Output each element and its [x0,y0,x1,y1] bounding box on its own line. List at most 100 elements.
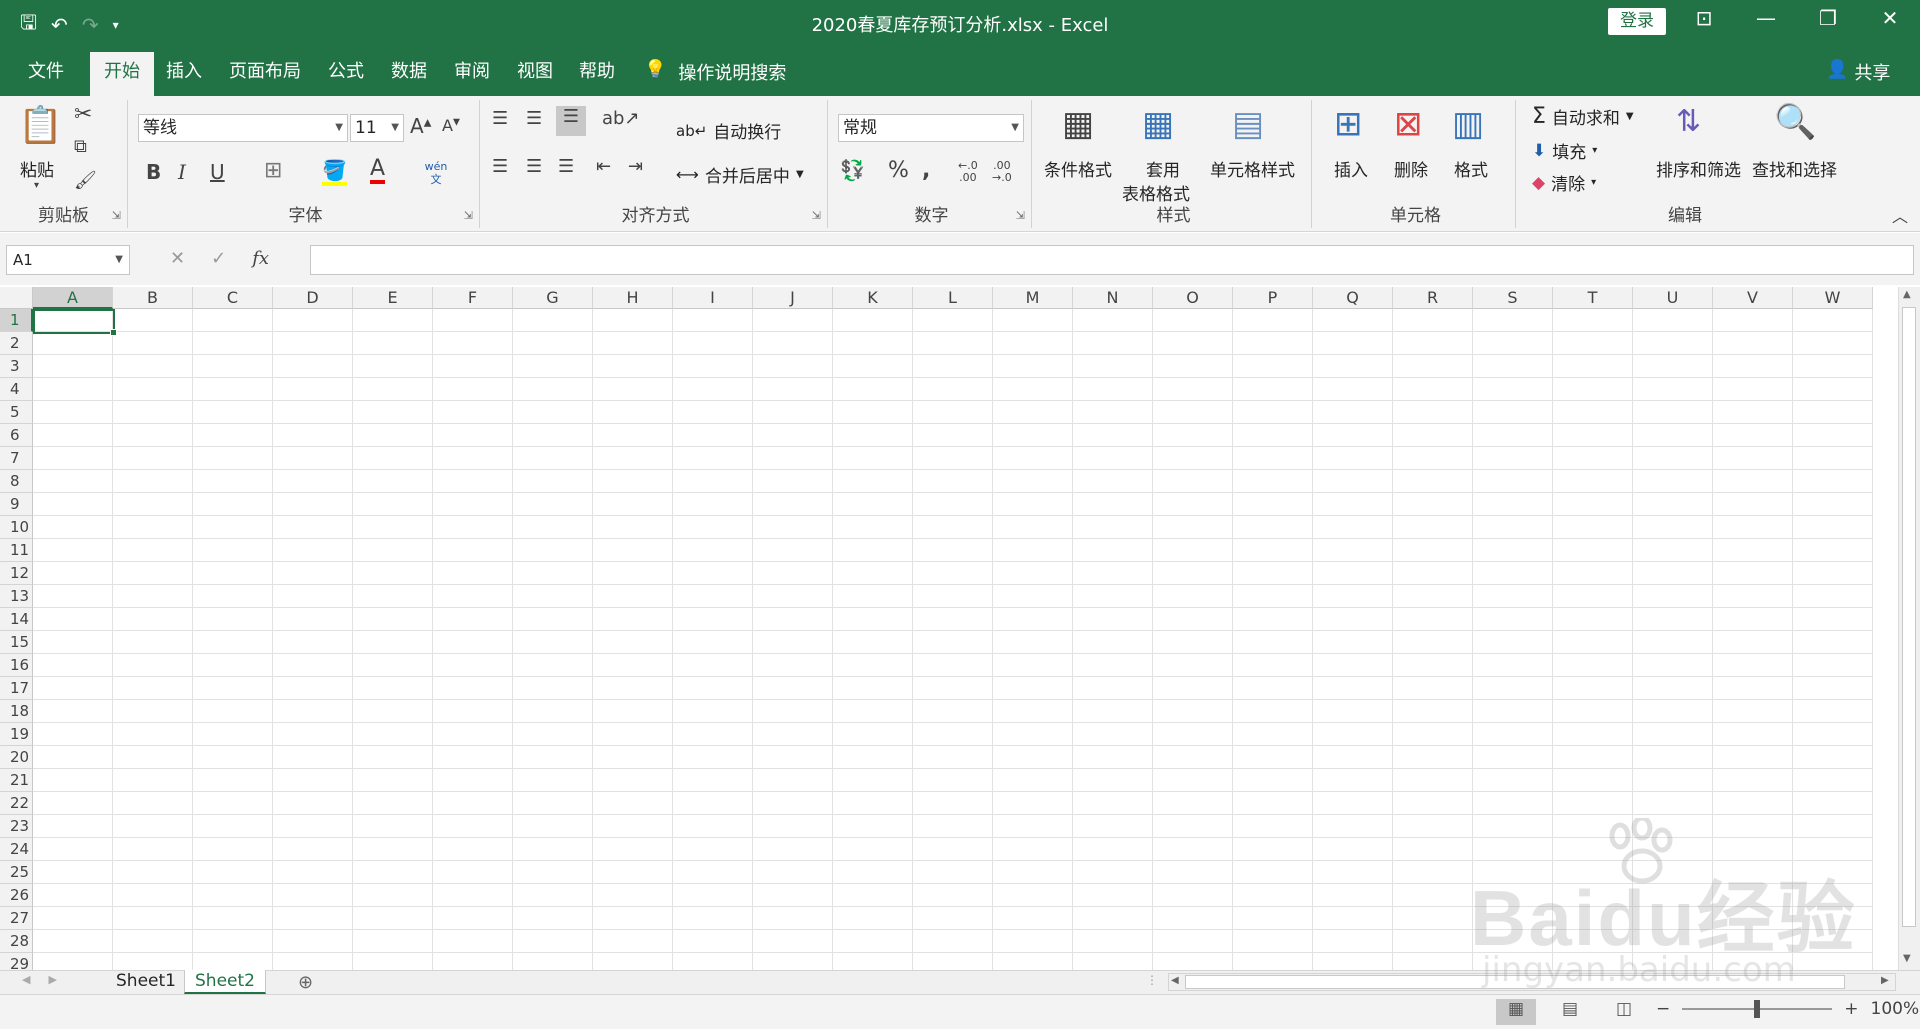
tab-insert[interactable]: 插入 [164,52,204,96]
page-layout-view-icon[interactable]: ▤ [1550,999,1590,1025]
row-header-14[interactable]: 14 [0,608,33,631]
row-header-5[interactable]: 5 [0,401,33,424]
underline-icon[interactable]: U [210,160,225,184]
sort-filter-button[interactable]: 排序和筛选 [1656,156,1741,181]
row-header-26[interactable]: 26 [0,884,33,907]
column-header-d[interactable]: D [273,287,353,309]
column-header-u[interactable]: U [1633,287,1713,309]
format-painter-icon[interactable]: 🖌 [74,170,97,191]
column-header-h[interactable]: H [593,287,673,309]
splitter-icon[interactable]: ⋮ [1146,973,1158,987]
cells-area[interactable] [33,309,1873,970]
increase-font-icon[interactable]: A▲ [410,114,431,138]
login-button[interactable]: 登录 [1608,8,1666,35]
column-header-v[interactable]: V [1713,287,1793,309]
sheet-tab-sheet1[interactable]: Sheet1 [106,970,186,994]
new-sheet-icon[interactable]: ⊕ [298,972,313,993]
tab-formulas[interactable]: 公式 [326,52,366,96]
row-header-11[interactable]: 11 [0,539,33,562]
italic-icon[interactable]: I [178,160,186,184]
clipboard-launcher-icon[interactable]: ⇲ [112,209,121,222]
format-cells-button[interactable]: 格式 [1454,156,1488,181]
scroll-up-icon[interactable]: ▲ [1903,289,1911,300]
decrease-decimal-icon[interactable]: .00 →.0 [992,160,1012,184]
column-header-k[interactable]: K [833,287,913,309]
autosum-button[interactable]: Σ 自动求和 ▼ [1532,104,1634,129]
row-header-20[interactable]: 20 [0,746,33,769]
decrease-indent-icon[interactable]: ⇤ [596,156,611,177]
column-header-i[interactable]: I [673,287,753,309]
alignment-launcher-icon[interactable]: ⇲ [812,209,821,222]
delete-cells-button[interactable]: 删除 [1394,156,1428,181]
column-header-e[interactable]: E [353,287,433,309]
row-header-7[interactable]: 7 [0,447,33,470]
column-header-m[interactable]: M [993,287,1073,309]
column-header-r[interactable]: R [1393,287,1473,309]
row-header-12[interactable]: 12 [0,562,33,585]
accounting-format-icon[interactable]: 💱 [840,158,865,182]
column-header-g[interactable]: G [513,287,593,309]
paste-icon[interactable]: 📋 [18,104,63,146]
row-header-10[interactable]: 10 [0,516,33,539]
increase-decimal-icon[interactable]: ←.0.00 [958,160,978,184]
row-header-19[interactable]: 19 [0,723,33,746]
column-header-s[interactable]: S [1473,287,1553,309]
paste-button[interactable]: 粘贴 [20,156,54,181]
sheet-tab-sheet2[interactable]: Sheet2 [184,970,266,994]
column-header-f[interactable]: F [433,287,513,309]
column-header-l[interactable]: L [913,287,993,309]
percent-style-icon[interactable]: % [888,158,909,183]
sort-filter-icon[interactable]: ⇅ [1676,104,1701,139]
zoom-level[interactable]: 100% [1871,999,1920,1019]
select-all-button[interactable] [0,287,33,309]
zoom-slider[interactable] [1682,1000,1833,1018]
font-color-icon[interactable]: A [370,158,386,184]
normal-view-icon[interactable]: ▦ [1496,999,1536,1025]
tab-page-layout[interactable]: 页面布局 [227,52,303,96]
insert-cells-icon[interactable]: ⊞ [1334,104,1363,144]
borders-icon[interactable]: ⊞ [264,158,282,183]
scroll-left-icon[interactable]: ◀ [1171,975,1179,986]
horizontal-scrollbar[interactable]: ◀ ▶ [1168,973,1896,991]
tab-data[interactable]: 数据 [389,52,429,96]
row-header-8[interactable]: 8 [0,470,33,493]
row-header-15[interactable]: 15 [0,631,33,654]
cell-styles-icon[interactable]: ▤ [1232,104,1264,144]
align-left-icon[interactable]: ☰ [492,156,508,177]
orientation-icon[interactable]: ab↗ [602,108,640,129]
align-center-icon[interactable]: ☰ [526,156,542,177]
column-header-a[interactable]: A [33,287,113,309]
format-cells-icon[interactable]: ▥ [1452,104,1484,144]
row-header-6[interactable]: 6 [0,424,33,447]
cut-icon[interactable]: ✂ [74,102,92,127]
tab-home[interactable]: 开始 [90,52,154,96]
prev-sheet-icon[interactable]: ◀ [22,973,30,986]
row-header-22[interactable]: 22 [0,792,33,815]
font-launcher-icon[interactable]: ⇲ [464,209,473,222]
enter-icon[interactable]: ✓ [211,248,226,269]
row-header-13[interactable]: 13 [0,585,33,608]
conditional-formatting-button[interactable]: 条件格式 [1044,156,1112,181]
conditional-formatting-icon[interactable]: ▦ [1062,104,1094,144]
merge-center-button[interactable]: ⟷ 合并后居中 ▼ [676,162,804,187]
column-header-c[interactable]: C [193,287,273,309]
insert-function-icon[interactable]: fx [252,248,269,269]
row-header-24[interactable]: 24 [0,838,33,861]
scroll-down-icon[interactable]: ▼ [1903,953,1911,964]
name-box[interactable]: A1 ▼ [6,245,130,275]
horizontal-scroll-thumb[interactable] [1185,975,1845,989]
increase-indent-icon[interactable]: ⇥ [628,156,643,177]
row-header-2[interactable]: 2 [0,332,33,355]
decrease-font-icon[interactable]: A▼ [442,116,460,135]
tell-me-search[interactable]: 💡 操作说明搜索 [644,59,786,85]
bottom-align-icon[interactable]: ☰ [556,106,586,136]
row-header-16[interactable]: 16 [0,654,33,677]
cancel-icon[interactable]: ✕ [170,248,185,269]
fill-color-icon[interactable]: 🪣 [322,158,347,186]
font-name-select[interactable]: 等线 ▼ [138,114,348,142]
row-header-4[interactable]: 4 [0,378,33,401]
collapse-ribbon-icon[interactable]: ︿ [1892,203,1908,227]
zoom-slider-knob[interactable] [1754,1000,1761,1018]
top-align-icon[interactable]: ☰ [492,108,508,129]
page-break-preview-icon[interactable]: ◫ [1604,999,1644,1025]
